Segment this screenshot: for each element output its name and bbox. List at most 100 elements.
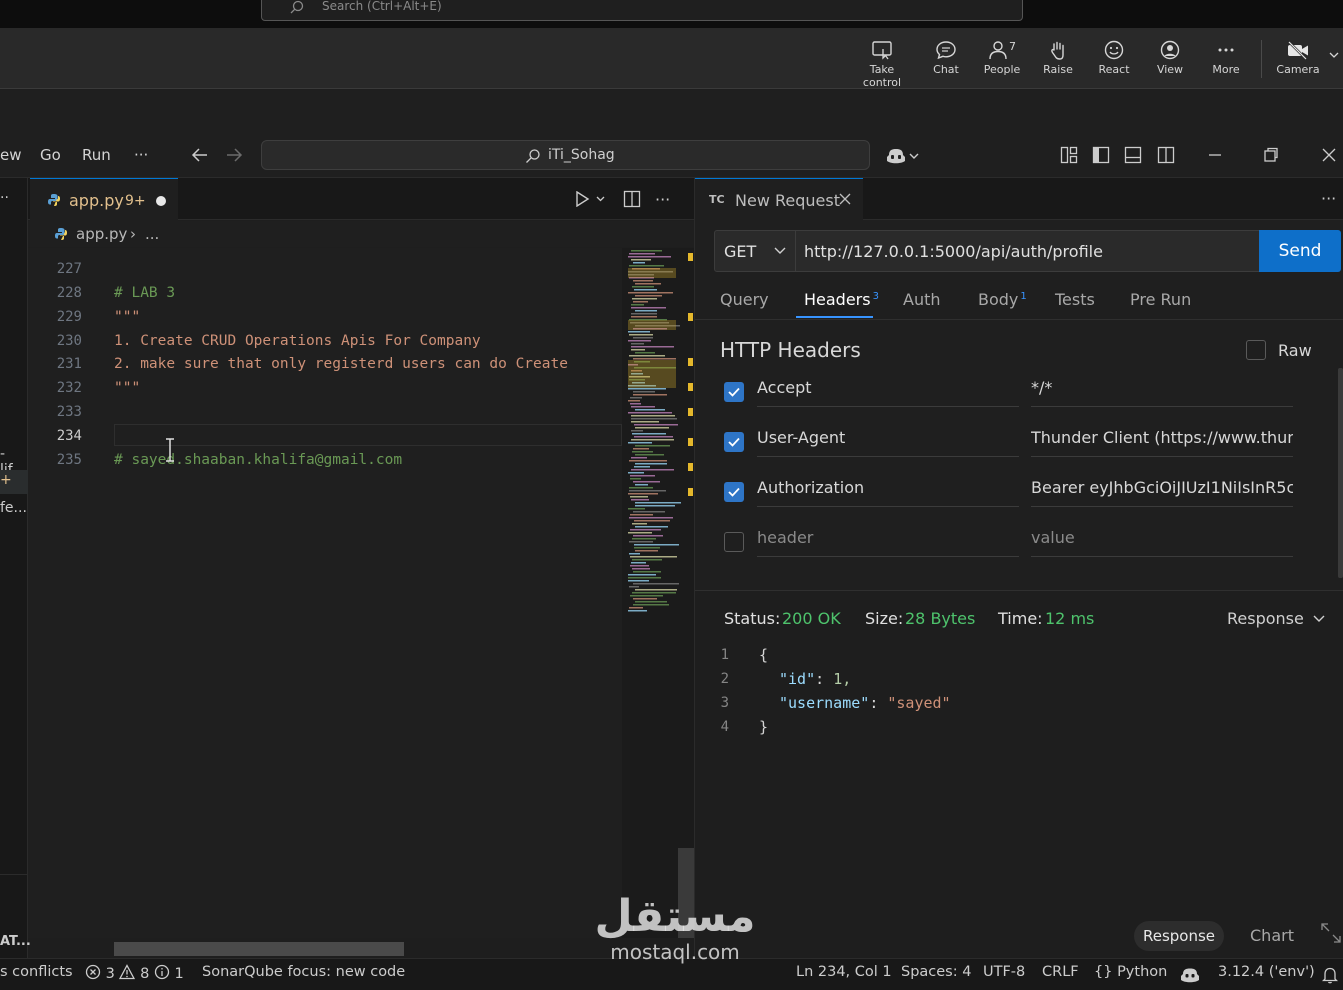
take-control-button[interactable]: Take control [852, 40, 912, 89]
unsaved-dot-icon[interactable] [156, 196, 166, 206]
eol-status[interactable]: CRLF [1042, 964, 1079, 980]
menu-view[interactable]: ew [0, 146, 22, 164]
people-button[interactable]: 7 People [972, 40, 1032, 76]
breadcrumb-symbol[interactable]: ... [145, 225, 159, 243]
sidebar-item-fragment[interactable]: fe... [0, 500, 27, 516]
url-input[interactable]: http://127.0.0.1:5000/api/auth/profile [795, 230, 1260, 272]
header-value-input[interactable]: */* [1031, 374, 1293, 407]
editor-more-actions-icon[interactable]: ··· [655, 190, 670, 209]
header-value-input[interactable]: Bearer eyJhbGciOiJIUzI1NiIsInR5cCI( [1031, 474, 1293, 507]
tab-new-request[interactable]: TC New Request [695, 178, 863, 221]
view-button[interactable]: View [1140, 40, 1200, 76]
close-window-icon[interactable] [1321, 146, 1337, 164]
editor-tab-app-py[interactable]: app.py 9+ [30, 178, 178, 221]
tab-tests[interactable]: Tests [1055, 290, 1095, 309]
camera-chevron-down-icon[interactable] [1328, 50, 1340, 60]
menu-go[interactable]: Go [40, 146, 61, 164]
minimap-line [631, 346, 674, 348]
minimap-line [628, 472, 644, 474]
split-editor-icon[interactable] [623, 190, 641, 208]
url-value: http://127.0.0.1:5000/api/auth/profile [804, 242, 1103, 261]
minimap-line [635, 283, 661, 285]
send-button[interactable]: Send [1259, 230, 1341, 272]
language-mode[interactable]: {} Python [1094, 964, 1167, 980]
toggle-panel-icon[interactable] [1124, 146, 1142, 164]
breadcrumb: app.py › ... [28, 221, 694, 247]
sidebar-section-fragment[interactable]: AT... [0, 934, 31, 949]
header-key-input[interactable]: Accept [757, 374, 1019, 407]
run-python-file-icon[interactable] [575, 191, 605, 207]
tab-body-label: Body [978, 290, 1019, 309]
chart-tab-button[interactable]: Chart [1250, 926, 1294, 945]
raw-checkbox[interactable] [1246, 340, 1266, 360]
copilot-status-icon[interactable] [1180, 966, 1200, 984]
tab-auth[interactable]: Auth [903, 290, 941, 309]
problems-status[interactable]: 3 8 1 [85, 964, 184, 982]
new-header-checkbox[interactable] [724, 532, 744, 552]
expand-icon[interactable] [1320, 922, 1342, 944]
encoding-status[interactable]: UTF-8 [983, 964, 1025, 980]
conflicts-status[interactable]: s conflicts [0, 964, 73, 980]
teams-search-box[interactable]: Search (Ctrl+Alt+E) [261, 0, 1023, 21]
minimap-line [635, 427, 669, 429]
tab-body[interactable]: Body 1 [978, 290, 1027, 309]
raise-hand-icon [1028, 40, 1088, 60]
toggle-primary-sidebar-icon[interactable] [1092, 146, 1110, 164]
sidebar-more-icon[interactable]: ·· [0, 190, 9, 206]
chat-button[interactable]: Chat [916, 40, 976, 76]
code-editor[interactable]: 227 228 # LAB 3 229 """ 230 1. Create CR… [28, 248, 622, 938]
forward-arrow-icon[interactable] [225, 147, 243, 163]
more-button[interactable]: More [1196, 40, 1256, 76]
horizontal-scrollbar-thumb[interactable] [114, 942, 404, 956]
menu-run[interactable]: Run [82, 146, 111, 164]
minimap-line [629, 490, 666, 492]
command-center-search[interactable]: iTi_Sohag [261, 140, 870, 170]
minimap-highlight [628, 360, 676, 388]
minimap-line [628, 292, 673, 294]
minimap-line [628, 340, 651, 342]
toggle-secondary-sidebar-icon[interactable] [1157, 146, 1175, 164]
close-tab-icon[interactable] [839, 193, 851, 205]
restore-icon[interactable] [1263, 146, 1279, 164]
tab-pre-run[interactable]: Pre Run [1130, 290, 1191, 309]
chevron-down-icon[interactable] [1312, 614, 1326, 624]
tab-headers[interactable]: Headers 3 [804, 290, 879, 309]
header-key-input[interactable]: Authorization [757, 474, 1019, 507]
menu-more[interactable]: ··· [134, 146, 148, 164]
response-tab-button[interactable]: Response [1134, 921, 1224, 951]
sidebar-item-selected[interactable]: + [0, 470, 28, 494]
http-method-select[interactable]: GET [714, 230, 796, 272]
back-arrow-icon[interactable] [191, 147, 209, 163]
minimap[interactable] [622, 248, 694, 938]
camera-button[interactable]: Camera [1268, 40, 1328, 76]
header-authorization-checkbox[interactable] [724, 482, 744, 502]
header-key-input[interactable]: User-Agent [757, 424, 1019, 457]
indentation-status[interactable]: Spaces: 4 [901, 964, 971, 980]
copilot-icon[interactable] [886, 146, 922, 166]
header-user-agent-checkbox[interactable] [724, 432, 744, 452]
header-accept-checkbox[interactable] [724, 382, 744, 402]
minimize-icon[interactable] [1207, 146, 1223, 164]
cursor-position[interactable]: Ln 234, Col 1 [796, 964, 892, 980]
minimap-line [631, 316, 657, 318]
minimap-line [635, 550, 658, 552]
sonarqube-status[interactable]: SonarQube focus: new code [202, 964, 405, 980]
panel-more-actions-icon[interactable]: ··· [1321, 189, 1336, 208]
header-value-input[interactable]: Thunder Client (https://www.thunde [1031, 424, 1293, 457]
headers-count-badge: 3 [872, 290, 879, 302]
line-number: 229 [56, 309, 82, 325]
new-header-value-input[interactable]: value [1031, 524, 1293, 557]
new-header-key-input[interactable]: header [757, 524, 1019, 557]
python-file-icon [54, 227, 68, 241]
response-view-dropdown[interactable]: Response [1227, 609, 1304, 628]
request-scrollbar[interactable] [1338, 368, 1343, 578]
raise-hand-button[interactable]: Raise [1028, 40, 1088, 76]
search-icon [525, 148, 541, 164]
tab-query[interactable]: Query [720, 290, 769, 309]
breadcrumb-file[interactable]: app.py [76, 225, 127, 243]
notifications-bell-icon[interactable] [1322, 966, 1338, 984]
minimap-warning-marker [688, 313, 693, 321]
customize-layout-icon[interactable] [1060, 146, 1078, 164]
python-interpreter[interactable]: 3.12.4 ('env') [1218, 964, 1315, 980]
react-button[interactable]: React [1084, 40, 1144, 76]
